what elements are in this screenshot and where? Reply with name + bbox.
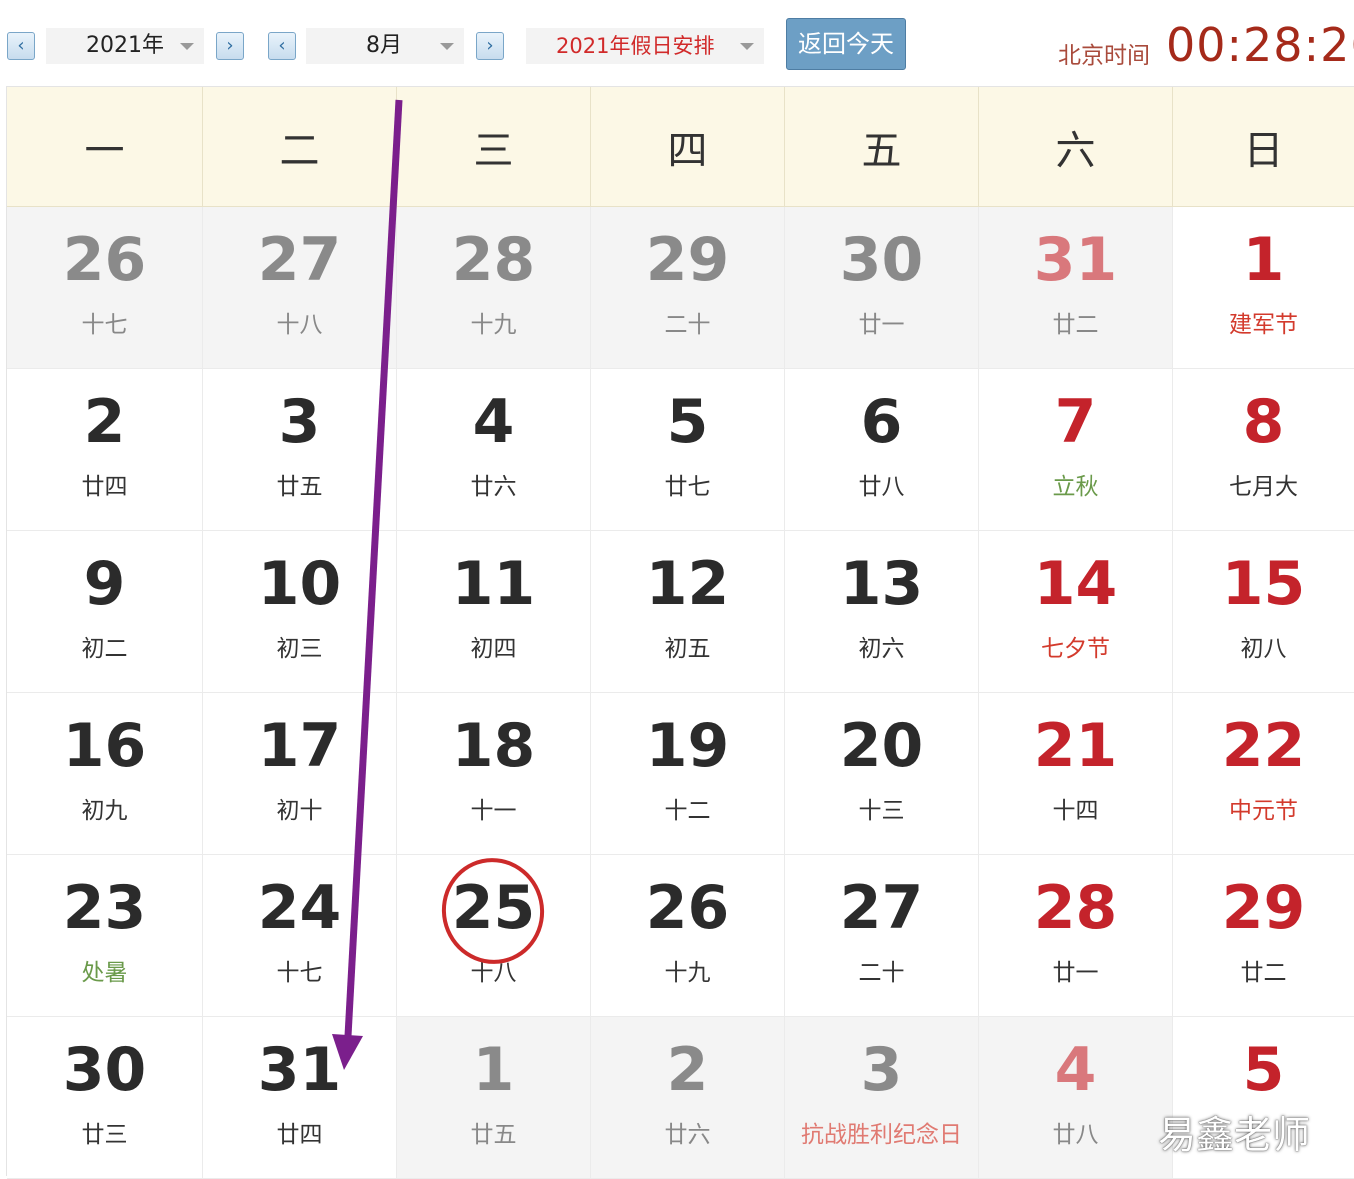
watermark: 易鑫老师 xyxy=(1158,1113,1311,1157)
annotation-arrow xyxy=(332,99,403,1070)
annotation-arrow-shaft xyxy=(344,99,403,1037)
annotation-arrow-head xyxy=(332,1034,363,1070)
